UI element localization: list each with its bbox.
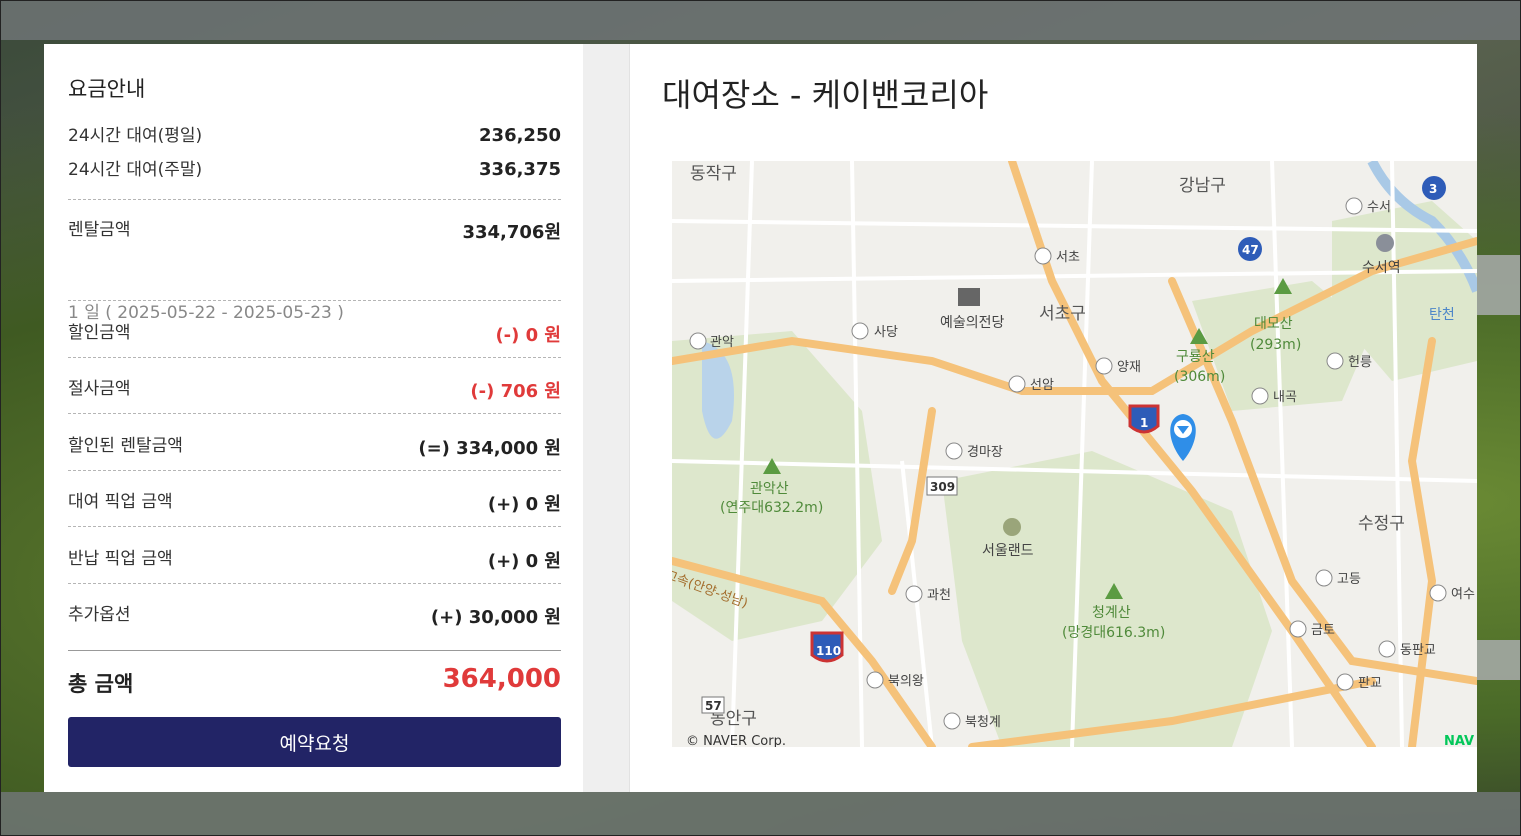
line-label: 절사금액 bbox=[68, 379, 131, 399]
ic-label: 관악 bbox=[710, 335, 734, 350]
ic-label: 서초 bbox=[1056, 250, 1080, 265]
line-label: 할인된 렌탈금액 bbox=[68, 436, 183, 456]
reserve-request-button[interactable]: 예약요청 bbox=[68, 717, 561, 767]
line-label: 대여 픽업 금액 bbox=[68, 492, 173, 512]
divider bbox=[68, 413, 561, 414]
rate-row-weekend: 24시간 대여(주말) 336,375 bbox=[68, 155, 561, 181]
rental-amount-value: 334,706원 bbox=[462, 222, 561, 243]
divider bbox=[68, 470, 561, 471]
landmark-label: 수서역 bbox=[1362, 260, 1401, 276]
ic-label: 수서 bbox=[1367, 200, 1391, 215]
district-label: 강남구 bbox=[1179, 176, 1226, 196]
ic-label: 내곡 bbox=[1273, 390, 1297, 405]
fee-title: 요금안내 bbox=[68, 77, 146, 101]
ic-label: 판교 bbox=[1358, 676, 1382, 691]
total-label: 총 금액 bbox=[68, 672, 134, 696]
mountain-height: (연주대632.2m) bbox=[720, 500, 823, 516]
total-row: 총 금액 364,000 bbox=[68, 664, 561, 704]
line-label: 반납 픽업 금액 bbox=[68, 549, 173, 569]
district-label: 수정구 bbox=[1358, 514, 1405, 534]
route-number: 110 bbox=[816, 644, 841, 658]
line-value: (+) 0 원 bbox=[487, 494, 561, 515]
landmark-label: 서울랜드 bbox=[982, 543, 1034, 559]
return-fee-row: 반납 픽업 금액 (+) 0 원 bbox=[68, 544, 561, 574]
map-copyright: © NAVER Corp. bbox=[686, 734, 786, 747]
panel-gutter bbox=[583, 44, 630, 792]
mountain-height: (망경대616.3m) bbox=[1062, 625, 1165, 641]
ic-label: 헌릉 bbox=[1348, 355, 1372, 370]
place-panel: 대여장소 - 케이밴코리아 동작구 강남구 서초구 수정구 동안구 서초 사당 … bbox=[630, 44, 1477, 792]
mountain-name: 관악산 bbox=[750, 481, 789, 497]
route-number: 57 bbox=[705, 699, 722, 713]
total-divider bbox=[68, 650, 561, 651]
ic-label: 여수 bbox=[1451, 587, 1475, 602]
line-value: (-) 0 원 bbox=[495, 325, 561, 346]
ic-label: 북의왕 bbox=[888, 674, 924, 689]
line-value: (=) 334,000 원 bbox=[418, 438, 561, 459]
ic-label: 북청계 bbox=[965, 715, 1001, 730]
mountain-name: 구룡산 bbox=[1176, 349, 1215, 365]
subway-station-icon bbox=[1376, 234, 1394, 252]
district-label: 서초구 bbox=[1039, 304, 1086, 324]
landmark-label: 탄천 bbox=[1429, 307, 1455, 323]
ic-label: 경마장 bbox=[967, 445, 1003, 460]
ic-label: 사당 bbox=[874, 325, 898, 340]
rate-label: 24시간 대여(평일) bbox=[68, 126, 203, 146]
mountain-height: (293m) bbox=[1250, 337, 1301, 353]
map-brand-logo: NAV bbox=[1444, 734, 1474, 747]
extra-option-row: 추가옵션 (+) 30,000 원 bbox=[68, 600, 561, 630]
landmark-label: 예술의전당 bbox=[940, 315, 1005, 331]
route-number: 47 bbox=[1242, 243, 1259, 257]
rate-row-weekday: 24시간 대여(평일) 236,250 bbox=[68, 121, 561, 147]
line-label: 추가옵션 bbox=[68, 605, 131, 625]
line-value: (+) 0 원 bbox=[487, 551, 561, 572]
ic-label: 과천 bbox=[927, 588, 951, 603]
place-title: 대여장소 - 케이밴코리아 bbox=[662, 76, 989, 114]
rate-value: 236,250 bbox=[479, 125, 561, 146]
discount-row: 할인금액 (-) 0 원 bbox=[68, 318, 561, 348]
line-value: (-) 706 원 bbox=[470, 381, 561, 402]
mountain-name: 청계산 bbox=[1092, 605, 1131, 621]
line-value: (+) 30,000 원 bbox=[430, 607, 561, 628]
route-number: 1 bbox=[1140, 416, 1148, 430]
rate-value: 336,375 bbox=[479, 159, 561, 180]
route-number: 309 bbox=[930, 480, 955, 494]
ic-label: 양재 bbox=[1117, 360, 1141, 375]
divider bbox=[68, 583, 561, 584]
amusement-park-icon bbox=[1003, 518, 1021, 536]
location-map[interactable]: 동작구 강남구 서초구 수정구 동안구 서초 사당 관악 선암 양재 경마장 내… bbox=[672, 161, 1477, 747]
mountain-name: 대모산 bbox=[1254, 316, 1293, 332]
divider bbox=[68, 300, 561, 301]
ic-label: 동판교 bbox=[1400, 643, 1436, 658]
mountain-height: (306m) bbox=[1174, 369, 1225, 385]
fee-panel: 요금안내 24시간 대여(평일) 236,250 24시간 대여(주말) 336… bbox=[44, 44, 583, 792]
divider bbox=[68, 199, 561, 200]
rate-label: 24시간 대여(주말) bbox=[68, 160, 203, 180]
ic-label: 고등 bbox=[1337, 572, 1361, 587]
pickup-fee-row: 대여 픽업 금액 (+) 0 원 bbox=[68, 487, 561, 517]
district-label: 동작구 bbox=[690, 164, 737, 184]
divider bbox=[68, 357, 561, 358]
line-label: 할인금액 bbox=[68, 323, 131, 343]
ic-label: 선암 bbox=[1030, 378, 1054, 393]
ic-label: 금토 bbox=[1311, 623, 1335, 638]
rental-amount-label: 렌탈금액 bbox=[68, 220, 131, 240]
concert-hall-icon bbox=[958, 288, 980, 306]
divider bbox=[68, 526, 561, 527]
truncation-row: 절사금액 (-) 706 원 bbox=[68, 374, 561, 404]
discounted-rental-row: 할인된 렌탈금액 (=) 334,000 원 bbox=[68, 431, 561, 461]
total-value: 364,000 bbox=[442, 664, 561, 694]
route-number: 3 bbox=[1429, 182, 1437, 196]
rental-amount-row: 렌탈금액 334,706원 bbox=[68, 215, 561, 245]
